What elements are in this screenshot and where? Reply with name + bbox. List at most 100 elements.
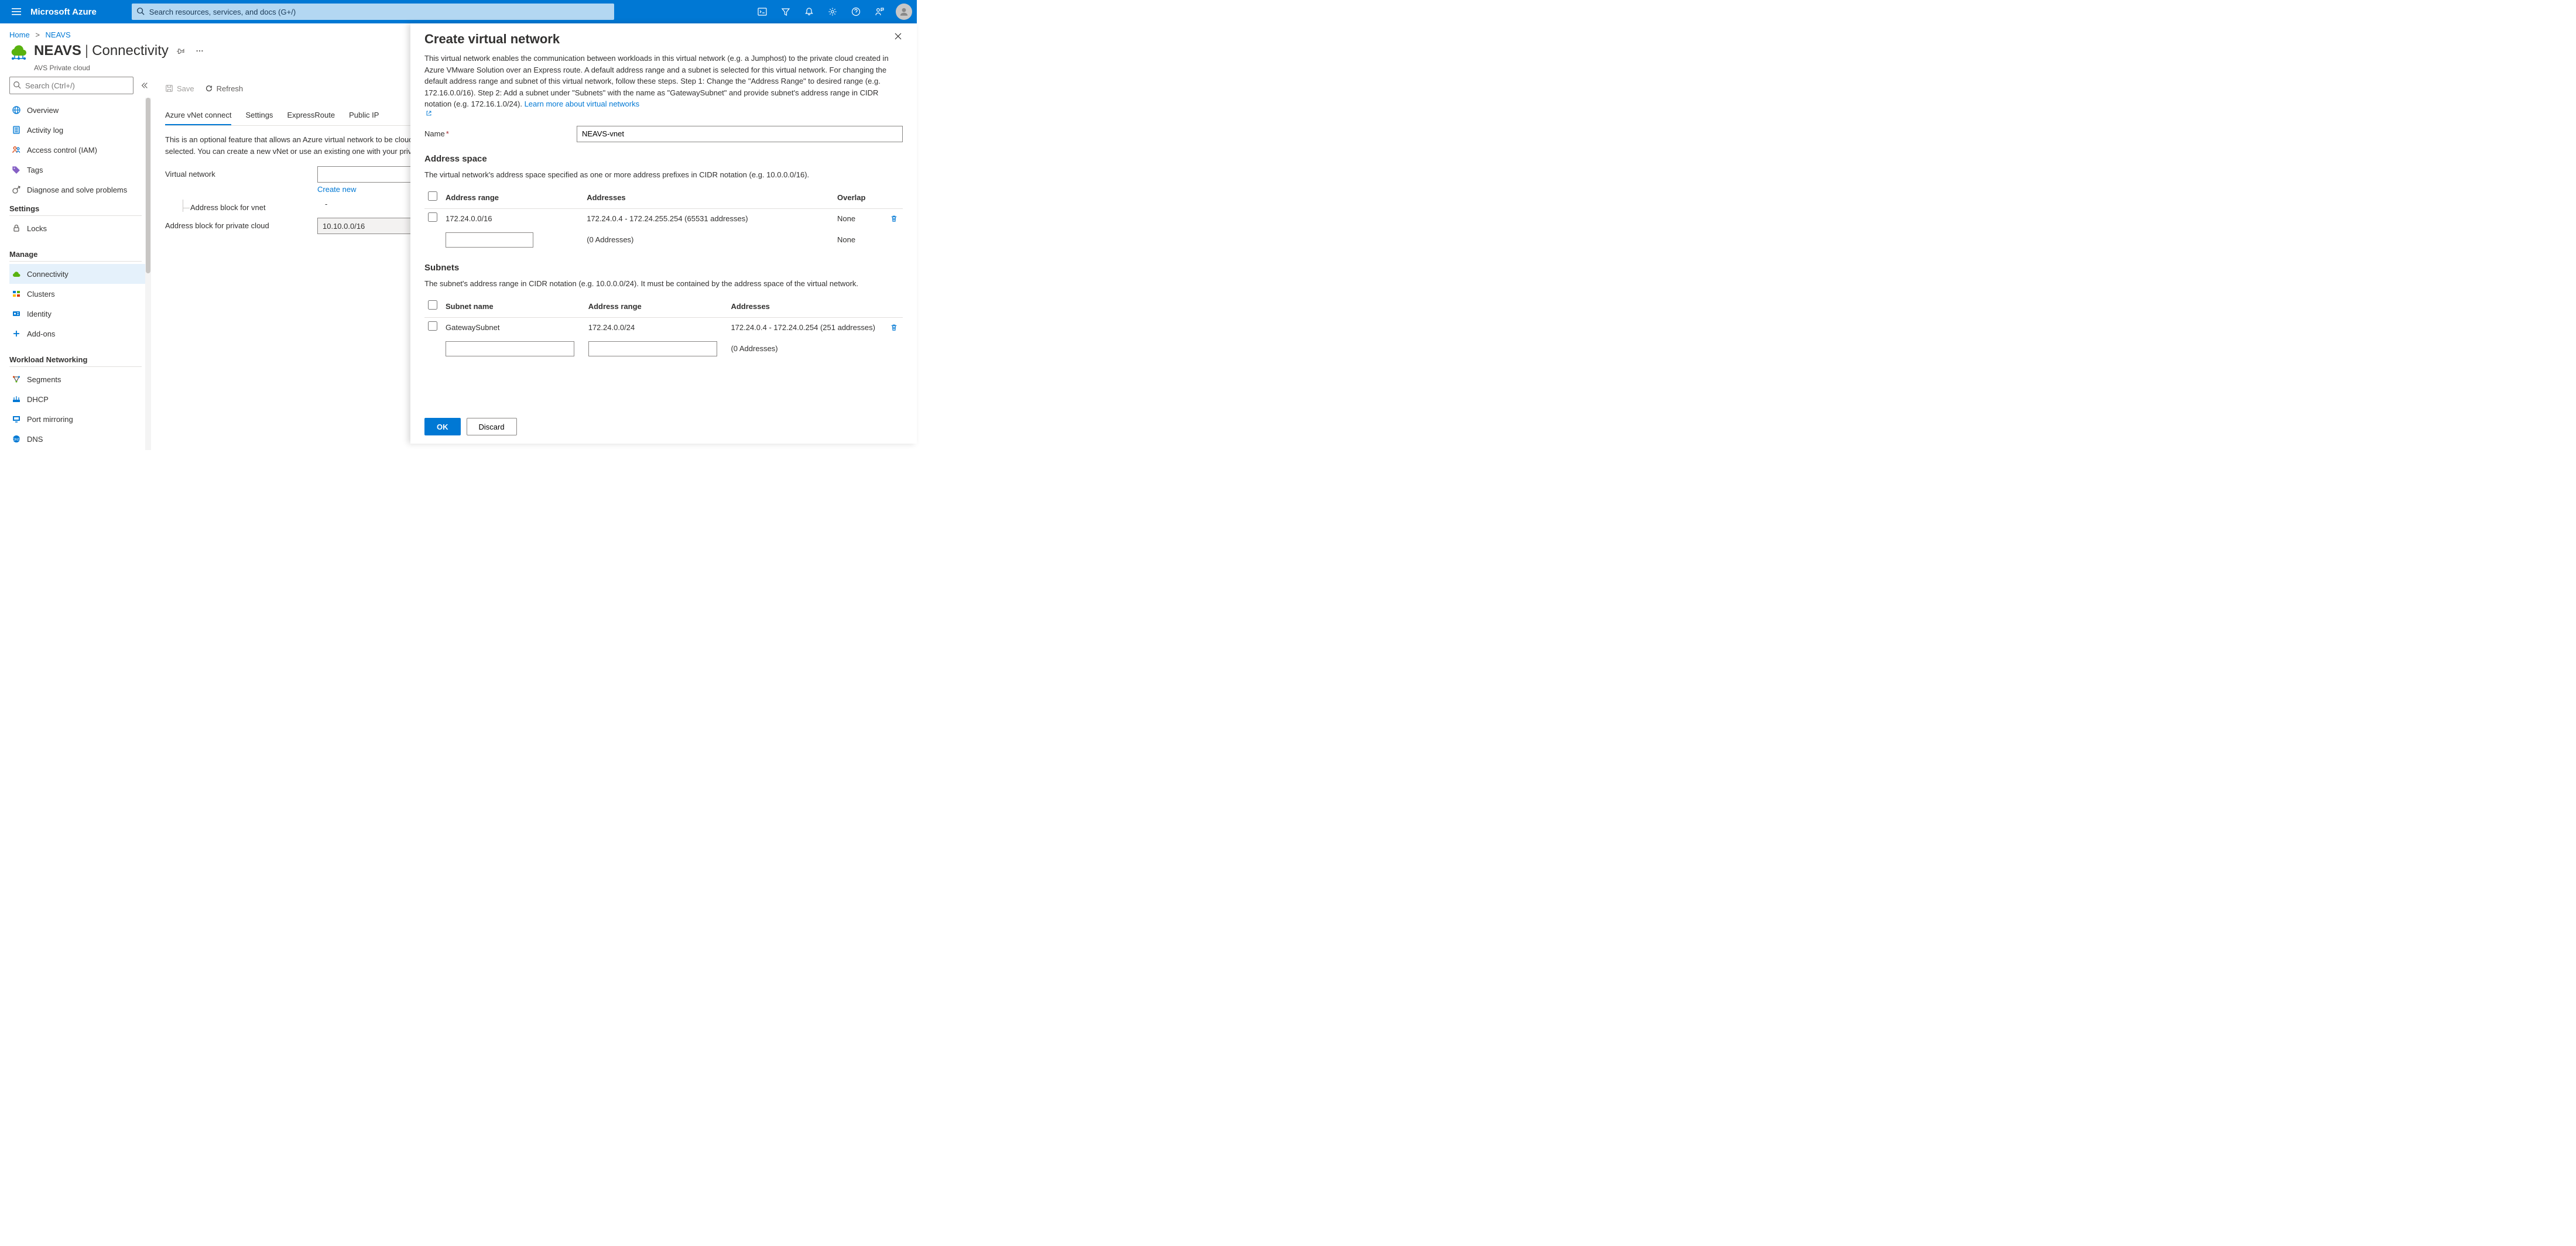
save-label: Save: [177, 84, 194, 93]
brand[interactable]: Microsoft Azure: [30, 7, 97, 17]
flyout-header: Create virtual network: [410, 23, 917, 53]
addr-range-input[interactable]: [446, 232, 533, 248]
nav-item-dns[interactable]: DNSDNS: [9, 429, 151, 449]
addr-row-checkbox[interactable]: [428, 212, 437, 222]
external-link-icon: [426, 110, 432, 116]
global-search-input[interactable]: [132, 4, 614, 20]
nav-item-label: DHCP: [27, 395, 49, 404]
mirror-icon: [12, 414, 21, 424]
cloud-shell-button[interactable]: [751, 0, 774, 23]
dhcp-icon: [12, 394, 21, 404]
col-addresses: Addresses: [583, 187, 834, 209]
tab-public-ip[interactable]: Public IP: [349, 106, 379, 125]
addr-select-all[interactable]: [428, 191, 437, 201]
nav-item-identity[interactable]: Identity: [9, 304, 151, 324]
bell-icon: [804, 7, 814, 16]
help-button[interactable]: [844, 0, 868, 23]
global-search-wrap: [132, 4, 614, 20]
nav-item-activity-log[interactable]: Activity log: [9, 120, 151, 140]
clusters-icon: [12, 289, 21, 298]
breadcrumb-home[interactable]: Home: [9, 30, 30, 39]
breadcrumb-item[interactable]: NEAVS: [46, 30, 71, 39]
left-nav: Overview Activity log Access control (IAM)…: [0, 77, 151, 450]
nav-item-dhcp[interactable]: DHCP: [9, 389, 151, 409]
nav-search-input[interactable]: [9, 77, 133, 94]
nav-item-label: Access control (IAM): [27, 146, 97, 155]
trash-icon: [890, 215, 898, 223]
nav-item-tags[interactable]: Tags: [9, 160, 151, 180]
collapse-nav-button[interactable]: [138, 77, 151, 94]
nav-item-locks[interactable]: Locks: [9, 218, 151, 238]
tab-azure-vnet-connect[interactable]: Azure vNet connect: [165, 106, 231, 125]
name-label: Name*: [424, 128, 577, 140]
refresh-button[interactable]: Refresh: [205, 84, 244, 93]
subnet-range-input[interactable]: [588, 341, 717, 356]
sub-select-all[interactable]: [428, 300, 437, 310]
nav-search-row: [9, 77, 151, 94]
hamburger-menu[interactable]: [5, 0, 28, 23]
addr-empty-addresses: (0 Addresses): [583, 229, 834, 251]
directories-button[interactable]: [774, 0, 797, 23]
subnet-name-input[interactable]: [446, 341, 574, 356]
delete-subnet-button[interactable]: [890, 324, 899, 332]
nav-item-overview[interactable]: Overview: [9, 100, 151, 120]
subnets-heading: Subnets: [424, 262, 903, 275]
identity-icon: [12, 309, 21, 318]
nav-item-connectivity[interactable]: Connectivity: [9, 264, 151, 284]
delete-addr-button[interactable]: [890, 215, 899, 223]
subnet-addresses: 172.24.0.4 - 172.24.0.254 (251 addresses…: [727, 318, 886, 338]
breadcrumb-sep: >: [35, 30, 40, 39]
feedback-button[interactable]: [868, 0, 891, 23]
pin-button[interactable]: [174, 44, 187, 57]
nav-item-label: Tags: [27, 166, 43, 174]
nav-item-label: Overview: [27, 106, 59, 115]
nav-item-clusters[interactable]: Clusters: [9, 284, 151, 304]
account-avatar[interactable]: [896, 4, 912, 20]
search-icon: [13, 81, 21, 89]
pin-icon: [177, 47, 185, 55]
trash-icon: [890, 324, 898, 332]
hamburger-icon: [12, 7, 21, 16]
nav-item-label: Segments: [27, 375, 61, 384]
subnet-row: GatewaySubnet 172.24.0.0/24 172.24.0.4 -…: [424, 318, 903, 338]
nav-group-head: Workload Networking: [9, 351, 142, 367]
close-button[interactable]: [893, 32, 903, 41]
ok-button[interactable]: OK: [424, 418, 461, 435]
nav-item-label: Activity log: [27, 126, 63, 135]
discard-button[interactable]: Discard: [467, 418, 517, 435]
col-overlap: Overlap: [834, 187, 886, 209]
tags-icon: [12, 165, 21, 174]
create-new-link[interactable]: Create new: [317, 185, 423, 194]
cloud-shell-icon: [758, 7, 767, 16]
tab-expressroute[interactable]: ExpressRoute: [287, 106, 335, 125]
nav-scrollbar-thumb[interactable]: [146, 98, 150, 273]
notifications-button[interactable]: [797, 0, 821, 23]
settings-button[interactable]: [821, 0, 844, 23]
col-subnet-addresses: Addresses: [727, 296, 886, 318]
nav-scrollbar[interactable]: [145, 98, 151, 450]
save-icon: [165, 84, 173, 92]
title-main: NEAVS: [34, 43, 81, 59]
svg-text:DNS: DNS: [13, 438, 20, 442]
search-icon: [136, 7, 145, 15]
nav-item-port-mirroring[interactable]: Port mirroring: [9, 409, 151, 429]
nav-item-diagnose-and-solve-problems[interactable]: Diagnose and solve problems: [9, 180, 151, 200]
title-section: Connectivity: [92, 43, 169, 59]
more-button[interactable]: [193, 44, 206, 57]
flyout-footer: OK Discard: [410, 410, 917, 444]
name-input[interactable]: [577, 126, 903, 142]
save-button[interactable]: Save: [165, 84, 194, 93]
vnet-input[interactable]: [317, 166, 423, 183]
nav-group-workload-networking: Workload Networking Segments DHCP Port mirr…: [9, 351, 151, 449]
nav-item-add-ons[interactable]: Add-ons: [9, 324, 151, 344]
learn-more-vnet-label: Learn more about virtual networks: [525, 99, 640, 108]
refresh-label: Refresh: [217, 84, 244, 93]
addr-range: 172.24.0.0/16: [442, 209, 583, 229]
tab-settings[interactable]: Settings: [245, 106, 273, 125]
sub-row-checkbox[interactable]: [428, 321, 437, 331]
addr-overlap: None: [834, 209, 886, 229]
nav-item-access-control-iam-[interactable]: Access control (IAM): [9, 140, 151, 160]
nav-item-label: Diagnose and solve problems: [27, 186, 127, 194]
nav-item-segments[interactable]: Segments: [9, 369, 151, 389]
subnets-sub: The subnet's address range in CIDR notat…: [424, 278, 903, 290]
